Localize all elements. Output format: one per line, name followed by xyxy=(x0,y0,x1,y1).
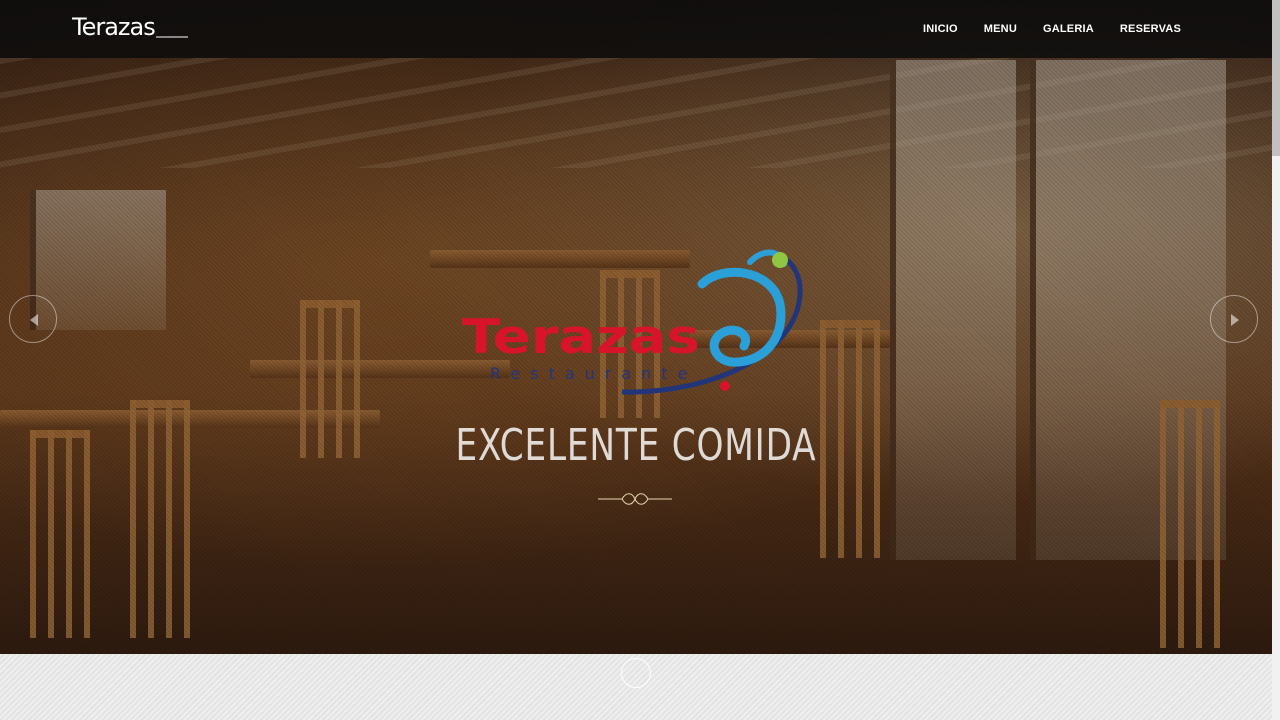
navbar-logo-text: Terazas xyxy=(72,13,155,41)
logo-tagline-text: Restaurante xyxy=(490,364,697,383)
page: Terazas Restaurante EXCELENTE COMIDA Ter… xyxy=(0,0,1280,720)
terazas-restaurante-logo: Terazas Restaurante xyxy=(462,249,803,395)
next-slide-button[interactable] xyxy=(1210,295,1258,343)
logo-name-text: Terazas xyxy=(462,310,700,365)
terazas-logo[interactable]: Terazas xyxy=(72,13,190,41)
nav-item-inicio[interactable]: INICIO xyxy=(910,23,971,35)
ornament-divider-icon xyxy=(598,493,672,505)
navbar: Terazas INICIO MENU GALERIA RESERVAS xyxy=(0,0,1272,58)
nav-item-menu[interactable]: MENU xyxy=(971,23,1030,35)
chevron-left-icon xyxy=(30,314,38,326)
page-scrollbar[interactable] xyxy=(1272,0,1280,720)
nav-item-reservas[interactable]: RESERVAS xyxy=(1107,23,1194,35)
scrollbar-thumb[interactable] xyxy=(1272,0,1280,156)
hero-slider: Terazas Restaurante EXCELENTE COMIDA xyxy=(0,0,1272,654)
prev-slide-button[interactable] xyxy=(9,295,57,343)
nav-item-galeria[interactable]: GALERIA xyxy=(1030,23,1107,35)
hero-headline: EXCELENTE COMIDA xyxy=(455,420,817,471)
main-nav: INICIO MENU GALERIA RESERVAS xyxy=(910,0,1194,58)
chevron-right-icon xyxy=(1231,314,1239,326)
scroll-down-button[interactable] xyxy=(621,658,651,688)
